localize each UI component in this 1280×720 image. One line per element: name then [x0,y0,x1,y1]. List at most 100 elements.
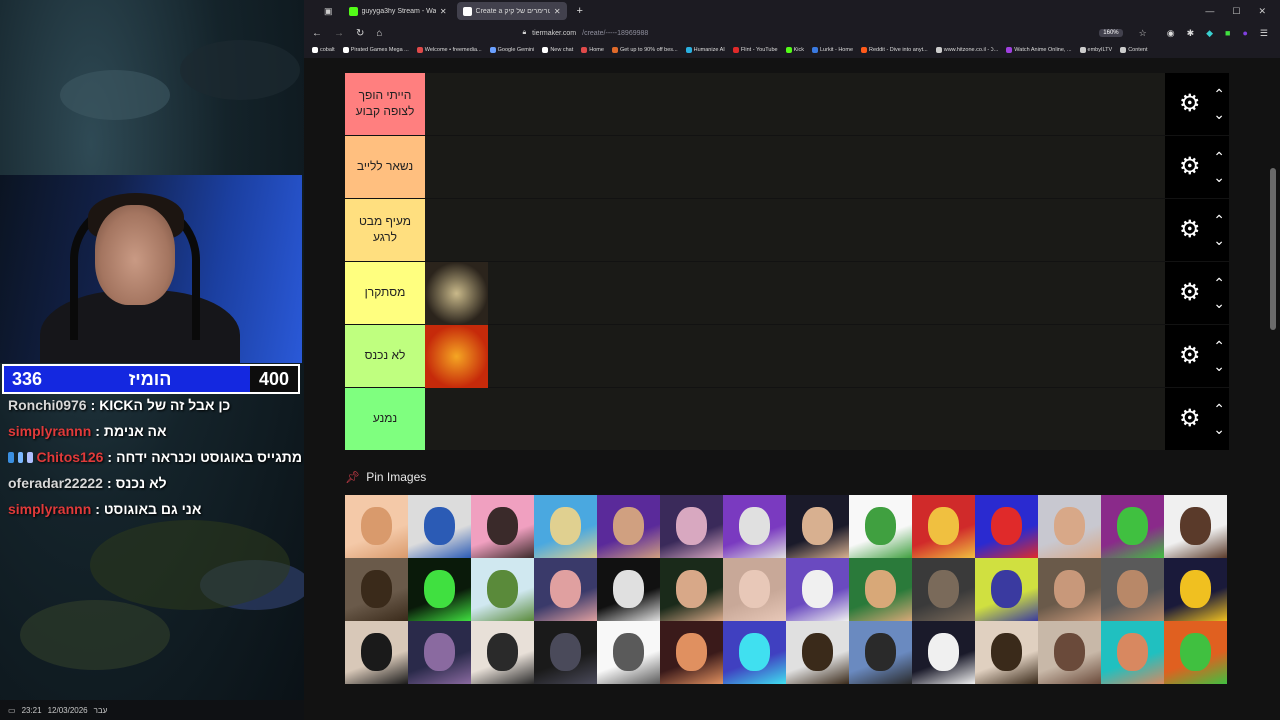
chevron-down-icon[interactable]: ⌄ [1213,107,1225,121]
chevron-up-icon[interactable]: ⌃ [1213,150,1225,164]
back-icon[interactable]: ← [312,28,322,39]
browser-tab[interactable]: guyyga3hy Stream - Watch Live ✕ [343,2,453,20]
bookmark-item[interactable]: cobalt [312,47,335,53]
pool-image[interactable] [1164,558,1227,621]
chevron-down-icon[interactable]: ⌄ [1213,170,1225,184]
new-tab-button[interactable]: + [577,5,583,17]
extensions-icon[interactable]: ✱ [1187,28,1195,39]
pool-image[interactable] [345,558,408,621]
pool-image[interactable] [912,558,975,621]
bookmark-item[interactable]: embyILTV [1079,47,1112,53]
pool-image[interactable] [849,495,912,558]
pool-image[interactable] [912,621,975,684]
pool-image[interactable] [597,621,660,684]
tier-label[interactable]: מעיף מבט לרגע [345,199,425,261]
minimize-button[interactable]: — [1205,6,1214,17]
pool-image[interactable] [975,558,1038,621]
pool-image[interactable] [660,495,723,558]
account-icon[interactable]: ◉ [1167,28,1175,39]
pool-image[interactable] [471,558,534,621]
pool-image[interactable] [1101,558,1164,621]
tier-items-dropzone[interactable] [425,388,1165,450]
pool-image[interactable] [975,495,1038,558]
pool-image[interactable] [1164,495,1227,558]
chevron-up-icon[interactable]: ⌃ [1213,213,1225,227]
tier-label[interactable]: הייתי הופך לצופה קבוע [345,73,425,135]
bookmark-item[interactable]: Home [581,47,604,53]
pool-image[interactable] [849,558,912,621]
bookmark-item[interactable]: Pirated Games Mega ... [342,47,409,53]
chevron-up-icon[interactable]: ⌃ [1213,402,1225,416]
tier-label[interactable]: נמנע [345,388,425,450]
chevron-up-icon[interactable]: ⌃ [1213,276,1225,290]
tier-items-dropzone[interactable] [425,136,1165,198]
notification-icon[interactable]: ▭ [8,706,16,715]
pool-image[interactable] [597,558,660,621]
pool-image[interactable] [1101,621,1164,684]
tab-close-icon[interactable]: ✕ [554,7,561,16]
tier-items-dropzone[interactable] [425,73,1165,135]
chevron-up-icon[interactable]: ⌃ [1213,87,1225,101]
pool-image[interactable] [786,495,849,558]
bookmark-item[interactable]: Welcome • freemedia... [416,47,482,53]
pool-image[interactable] [1164,621,1227,684]
tier-label[interactable]: מסתקרן [345,262,425,324]
pool-image[interactable] [849,621,912,684]
bookmark-item[interactable]: Content [1120,47,1147,53]
pool-image[interactable] [534,495,597,558]
chevron-down-icon[interactable]: ⌄ [1213,422,1225,436]
pool-image[interactable] [1038,558,1101,621]
pool-image[interactable] [1038,621,1101,684]
reload-icon[interactable]: ↻ [356,28,364,39]
gear-icon[interactable]: ⚙ [1179,407,1201,431]
tier-items-dropzone[interactable] [425,325,1165,388]
pool-image[interactable] [345,495,408,558]
pool-image[interactable] [597,495,660,558]
pool-image[interactable] [534,621,597,684]
pool-image[interactable] [723,495,786,558]
bookmark-star-icon[interactable]: ☆ [1139,28,1147,39]
forward-icon[interactable]: → [334,28,344,39]
pool-image[interactable] [345,621,408,684]
tier-items-dropzone[interactable] [425,199,1165,261]
bookmark-item[interactable]: www.hitzone.co.il - כ... [935,47,998,53]
scrollbar[interactable] [1270,62,1276,716]
tier-item-image[interactable] [425,325,488,388]
bookmark-item[interactable]: Watch Anime Online, ... [1006,47,1072,53]
extension-icon[interactable]: ◆ [1206,28,1213,39]
pool-image[interactable] [408,558,471,621]
pool-image[interactable] [534,558,597,621]
bookmark-item[interactable]: Humanize AI [685,47,725,53]
chevron-down-icon[interactable]: ⌄ [1213,359,1225,373]
pool-image[interactable] [660,621,723,684]
browser-tab[interactable]: Create a רוג סטרימרים של קיק ✕ [456,2,567,20]
pool-image[interactable] [975,621,1038,684]
bookmark-item[interactable]: Reddit - Dive into anyt... [861,47,928,53]
extension-icon[interactable]: ■ [1225,28,1230,39]
pool-image[interactable] [471,621,534,684]
home-icon[interactable]: ⌂ [376,28,382,39]
extension-icon[interactable]: ● [1242,28,1247,39]
pool-image[interactable] [1038,495,1101,558]
pool-image[interactable] [660,558,723,621]
pool-image[interactable] [408,621,471,684]
chat-username[interactable]: simplyrannn [8,423,91,439]
scrollbar-thumb[interactable] [1270,168,1276,330]
bookmark-item[interactable]: Flint - YouTube [732,47,778,53]
tier-items-dropzone[interactable] [425,262,1165,325]
bookmark-item[interactable]: Lurkit - Home [812,47,853,53]
pool-image[interactable] [723,621,786,684]
taskbar-lang[interactable]: עבר [94,706,108,715]
pool-image[interactable] [1101,495,1164,558]
close-window-button[interactable]: ✕ [1258,6,1266,17]
pool-image[interactable] [723,558,786,621]
chevron-down-icon[interactable]: ⌄ [1213,233,1225,247]
bookmark-item[interactable]: Kick [785,47,804,53]
tier-label[interactable]: נשאר ללייב [345,136,425,198]
bookmark-item[interactable]: Google Gemini [489,47,534,53]
tab-close-icon[interactable]: ✕ [440,7,447,16]
bookmark-item[interactable]: Get up to 90% off bes... [611,47,678,53]
pool-image[interactable] [786,621,849,684]
gear-icon[interactable]: ⚙ [1179,344,1201,368]
pool-image[interactable] [786,558,849,621]
